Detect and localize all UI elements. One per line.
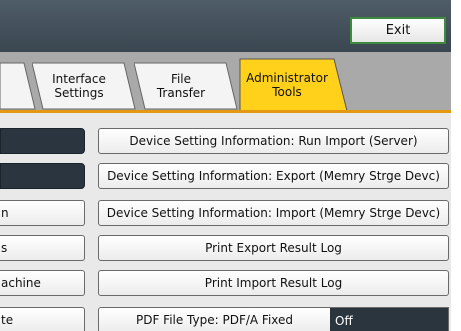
print-import-log-button[interactable]: Print Import Result Log xyxy=(98,270,449,296)
left-item-3[interactable]: n xyxy=(0,200,85,226)
tab-label: File Transfer xyxy=(157,72,205,100)
print-export-log-button[interactable]: Print Export Result Log xyxy=(98,235,449,261)
exit-button[interactable]: Exit xyxy=(350,17,446,44)
tab-label-line1: Interface xyxy=(52,72,106,86)
tab-label-line1: File xyxy=(170,72,192,86)
run-import-server-button[interactable]: Device Setting Information: Run Import (… xyxy=(98,128,449,154)
settings-panel: n s achine te Device Setting Information… xyxy=(0,113,451,331)
tab-label-line2: Tools xyxy=(272,85,302,99)
tab-administrator-tools[interactable]: Administrator Tools xyxy=(236,58,348,112)
tab-label-line2: Transfer xyxy=(156,86,206,100)
left-item-4[interactable]: s xyxy=(0,235,85,261)
pdf-file-type-value: Off xyxy=(330,308,448,331)
import-memory-device-button[interactable]: Device Setting Information: Import (Memr… xyxy=(98,200,449,226)
left-item-5[interactable]: achine xyxy=(0,270,85,296)
tab-file-transfer[interactable]: File Transfer xyxy=(134,62,238,110)
tab-interface-settings[interactable]: Interface Settings xyxy=(32,62,136,110)
app-window: Exit Interface Settings File Transfer Admi… xyxy=(0,0,451,331)
pdf-file-type-label: PDF File Type: PDF/A Fixed xyxy=(135,313,294,327)
tab-label: Interface Settings xyxy=(52,72,106,100)
tab-shape xyxy=(0,62,36,110)
left-item-1[interactable] xyxy=(0,128,85,154)
tab-label: Administrator Tools xyxy=(246,71,328,99)
left-item-6[interactable]: te xyxy=(0,307,85,331)
tab-previous[interactable] xyxy=(0,62,36,110)
pdf-file-type-setting[interactable]: PDF File Type: PDF/A Fixed Off xyxy=(98,307,449,331)
tab-label-line2: Settings xyxy=(54,86,104,100)
export-memory-device-button[interactable]: Device Setting Information: Export (Memr… xyxy=(98,163,449,189)
tab-label-line1: Administrator xyxy=(246,71,328,85)
left-item-2[interactable] xyxy=(0,163,85,189)
title-bar: Exit xyxy=(0,0,451,52)
